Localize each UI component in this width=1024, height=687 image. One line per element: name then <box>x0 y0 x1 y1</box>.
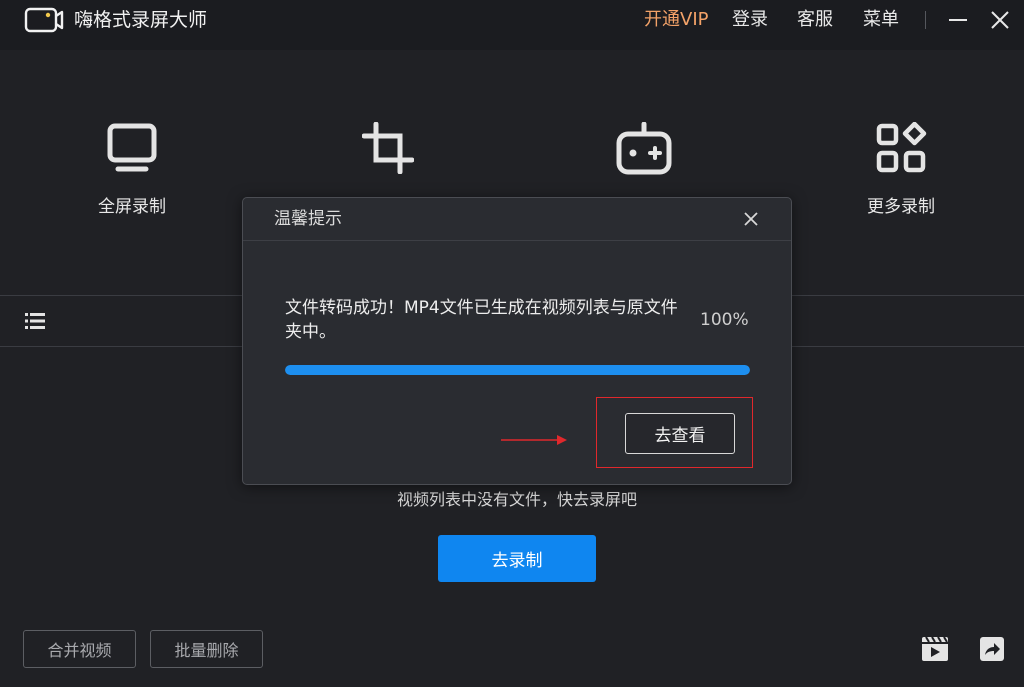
progress-fill <box>285 365 750 375</box>
minimize-icon[interactable] <box>946 8 970 32</box>
close-icon[interactable] <box>988 8 1012 32</box>
video-player-icon[interactable] <box>921 636 949 662</box>
progress-percent: 100% <box>700 310 749 330</box>
list-icon[interactable] <box>25 312 45 330</box>
mode-more[interactable]: 更多录制 <box>831 122 971 218</box>
title-bar: 嗨格式录屏大师 开通VIP 登录 客服 菜单 <box>0 0 1024 50</box>
login-link[interactable]: 登录 <box>732 8 768 32</box>
transcode-success-dialog: 温馨提示 文件转码成功！MP4文件已生成在视频列表与原文件夹中。 100% 去查… <box>242 197 792 485</box>
mode-fullscreen[interactable]: 全屏录制 <box>62 122 202 218</box>
titlebar-separator <box>925 11 926 29</box>
apps-icon <box>876 122 927 173</box>
merge-video-button[interactable]: 合并视频 <box>23 630 136 668</box>
crop-icon <box>362 122 414 174</box>
annotation-arrow-icon <box>501 435 567 445</box>
progress-bar <box>285 365 750 375</box>
mode-game[interactable] <box>574 122 714 178</box>
dialog-title: 温馨提示 <box>274 209 342 229</box>
mode-label: 更多录制 <box>867 197 935 217</box>
mode-region[interactable] <box>318 122 458 174</box>
customer-service-link[interactable]: 客服 <box>797 8 833 32</box>
batch-delete-button[interactable]: 批量删除 <box>150 630 263 668</box>
start-record-button[interactable]: 去录制 <box>438 535 596 582</box>
camera-logo-icon <box>24 7 64 33</box>
menu-link[interactable]: 菜单 <box>863 8 899 32</box>
dialog-close-icon[interactable] <box>742 210 760 228</box>
dialog-header: 温馨提示 <box>243 198 791 241</box>
app-title: 嗨格式录屏大师 <box>74 9 208 31</box>
share-icon[interactable] <box>979 636 1005 662</box>
gamepad-icon <box>616 122 672 175</box>
empty-list-message: 视频列表中没有文件，快去录屏吧 <box>396 490 637 509</box>
mode-label: 全屏录制 <box>98 197 166 217</box>
monitor-icon <box>107 123 157 172</box>
view-file-button[interactable]: 去查看 <box>625 413 735 454</box>
open-vip-link[interactable]: 开通VIP <box>644 8 708 32</box>
dialog-message: 文件转码成功！MP4文件已生成在视频列表与原文件夹中。 <box>285 298 678 342</box>
